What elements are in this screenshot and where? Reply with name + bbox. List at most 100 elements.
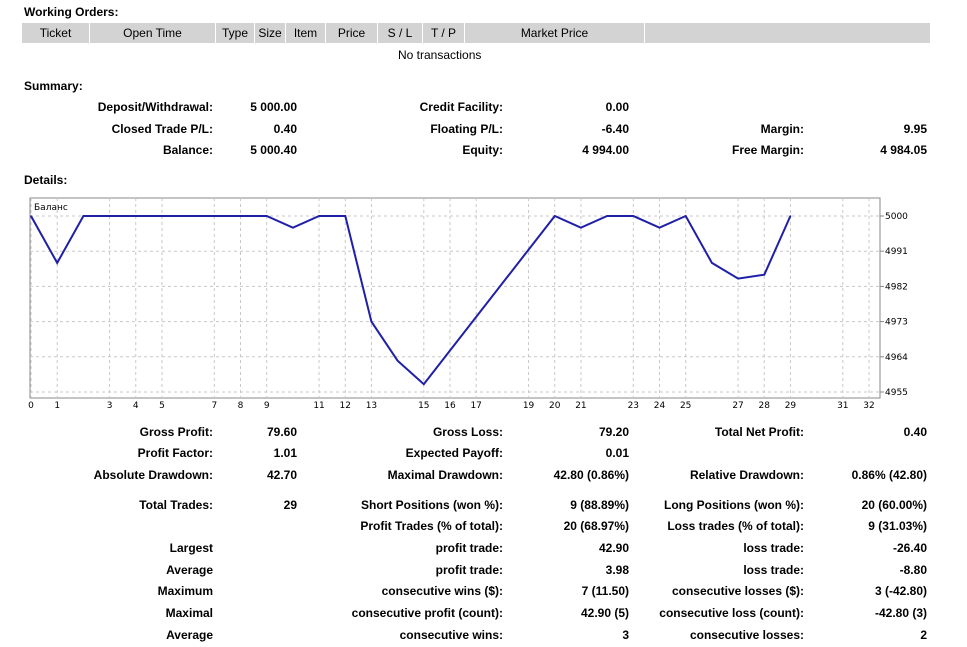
free-margin-label: Free Margin: <box>731 143 804 157</box>
credit-value: 0.00 <box>605 100 629 114</box>
column-type[interactable]: Type <box>216 23 255 43</box>
balance-point-5 <box>318 215 320 217</box>
x-tick-label: 28 <box>759 401 771 411</box>
no-transactions-text: No transactions <box>398 48 482 62</box>
balance-point-6 <box>344 215 347 217</box>
maximum-label: Maximum <box>157 584 213 598</box>
loss-trades-value: 9 (31.03%) <box>868 519 927 533</box>
x-tick-label: 27 <box>732 401 743 411</box>
details-title: Details: <box>24 173 68 187</box>
x-tick-label: 24 <box>654 401 666 411</box>
x-tick-label: 3 <box>107 401 113 411</box>
x-tick-label: 15 <box>418 401 429 411</box>
x-tick-label: 7 <box>211 401 217 411</box>
largest-profit-value: 42.90 <box>598 541 629 555</box>
floating-pl-label: Floating P/L: <box>430 122 503 136</box>
balance-point-10 <box>553 215 556 217</box>
equity-label: Equity: <box>462 143 503 157</box>
maximal-label: Maximal <box>165 606 213 620</box>
balance-label: Balance: <box>162 143 213 157</box>
total-trades-label: Total Trades: <box>139 498 213 512</box>
column-blank <box>645 23 930 43</box>
avg-cons-losses-label: consecutive losses: <box>689 628 804 642</box>
margin-label: Margin: <box>760 122 804 136</box>
x-tick-label: 32 <box>863 401 874 411</box>
x-tick-label: 4 <box>133 401 139 411</box>
floating-pl-value: -6.40 <box>601 122 629 136</box>
chart-series-title: Баланс <box>34 203 68 213</box>
average-profit-label: profit trade: <box>435 563 503 577</box>
balance-point-13 <box>632 215 635 217</box>
credit-label: Credit Facility: <box>419 100 503 114</box>
equity-value: 4 994.00 <box>582 143 629 157</box>
average-profit-value: 3.98 <box>605 563 629 577</box>
abs-drawdown-value: 42.70 <box>266 468 297 482</box>
summary-title: Summary: <box>24 79 83 93</box>
maximal-profit-label: consecutive profit (count): <box>351 606 503 620</box>
loss-trades-label: Loss trades (% of total): <box>667 519 804 533</box>
x-tick-label: 11 <box>313 401 324 411</box>
max-cons-losses-label: consecutive losses ($): <box>671 584 804 598</box>
balance-point-7 <box>370 320 373 323</box>
balance-point-4 <box>292 226 294 229</box>
y-tick-label: 5000 <box>885 212 908 222</box>
balance-chart-svg: 0 1 3 4 5 7 8 9 11 12 13 15 16 17 19 20 21 23 24 25 27 28 29 31… <box>28 197 908 411</box>
gross-profit-label: Gross Profit: <box>139 425 213 439</box>
column-size[interactable]: Size <box>255 23 286 43</box>
x-tick-label: 8 <box>238 401 244 411</box>
balance-point-2 <box>82 215 85 217</box>
x-tick-label: 21 <box>575 401 586 411</box>
expected-payoff-label: Expected Payoff: <box>405 446 503 460</box>
gross-profit-value: 79.60 <box>266 425 297 439</box>
column-stop-loss[interactable]: S / L <box>378 23 423 43</box>
balance-point-0 <box>30 215 32 217</box>
column-take-profit[interactable]: T / P <box>423 23 465 43</box>
largest-label: Largest <box>169 541 213 555</box>
avg-cons-wins-label: consecutive wins: <box>399 628 503 642</box>
x-tick-label: 29 <box>785 401 797 411</box>
margin-value: 9.95 <box>903 122 927 136</box>
x-tick-label: 12 <box>340 401 351 411</box>
long-positions-label: Long Positions (won %): <box>664 498 804 512</box>
balance-point-16 <box>711 262 713 264</box>
column-open-time[interactable]: Open Time <box>90 23 216 43</box>
maximal-loss-value: -42.80 (3) <box>874 606 927 620</box>
x-tick-label: 16 <box>444 401 456 411</box>
profit-trades-label: Profit Trades (% of total): <box>360 519 503 533</box>
orders-table-header: Ticket Open Time Type Size Item Price S … <box>22 23 930 43</box>
x-tick-label: 5 <box>159 401 165 411</box>
largest-profit-label: profit trade: <box>435 541 503 555</box>
avg-cons-wins-value: 3 <box>622 628 629 642</box>
balance-chart: 0 1 3 4 5 7 8 9 11 12 13 15 16 17 19 20 21 23 24 25 27 28 29 31… <box>28 197 908 411</box>
column-market-price[interactable]: Market Price <box>465 23 645 43</box>
average-loss-label: loss trade: <box>743 563 804 577</box>
abs-drawdown-label: Absolute Drawdown: <box>93 468 213 482</box>
profit-factor-value: 1.01 <box>273 446 297 460</box>
gross-loss-value: 79.20 <box>598 425 629 439</box>
max-cons-losses-value: 3 (-42.80) <box>874 584 927 598</box>
maximal-loss-label: consecutive loss (count): <box>659 606 804 620</box>
x-tick-label: 31 <box>837 401 848 411</box>
column-ticket[interactable]: Ticket <box>22 23 90 43</box>
chart-plot-area <box>29 197 881 399</box>
y-tick-label: 4982 <box>885 282 908 292</box>
largest-loss-value: -26.40 <box>892 541 927 555</box>
x-tick-label: 19 <box>523 401 535 411</box>
x-tick-label: 13 <box>366 401 377 411</box>
balance-point-19 <box>789 215 792 217</box>
total-net-label: Total Net Profit: <box>714 425 804 439</box>
closed-pl-value: 0.40 <box>273 122 297 136</box>
balance-point-11 <box>580 226 582 229</box>
column-price[interactable]: Price <box>326 23 378 43</box>
deposit-value: 5 000.00 <box>250 100 297 114</box>
total-trades-value: 29 <box>283 498 297 512</box>
rel-drawdown-label: Relative Drawdown: <box>689 468 804 482</box>
x-tick-label: 0 <box>28 401 34 411</box>
x-tick-label: 25 <box>680 401 691 411</box>
y-tick-label: 4973 <box>885 318 908 328</box>
short-positions-value: 9 (88.89%) <box>570 498 629 512</box>
x-tick-label: 9 <box>264 401 270 411</box>
maximal-profit-value: 42.90 (5) <box>580 606 629 620</box>
column-item[interactable]: Item <box>286 23 326 43</box>
free-margin-value: 4 984.05 <box>880 143 927 157</box>
